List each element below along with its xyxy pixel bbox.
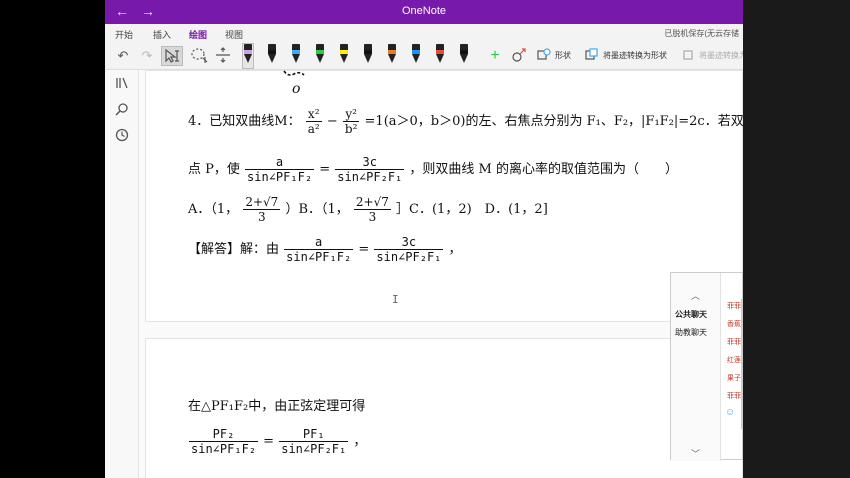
question-line-1: 4．已知双曲线M： x² a² − y² b² =1(a＞0，b＞0)的左、右焦点分… bbox=[188, 107, 743, 136]
pen-icon[interactable] bbox=[315, 44, 325, 68]
title-bar: ← → OneNote bbox=[105, 0, 743, 24]
add-space-icon[interactable] bbox=[213, 46, 233, 66]
convert-shape-icon[interactable] bbox=[585, 46, 599, 66]
recent-clock-icon[interactable] bbox=[115, 128, 129, 142]
chevron-down-icon[interactable]: ﹀ bbox=[691, 447, 700, 460]
chat-message: 果子 bbox=[727, 375, 741, 382]
tab-insert[interactable]: 插入 bbox=[153, 28, 171, 41]
pen-icon[interactable] bbox=[387, 44, 397, 68]
solution-formula: PF₂ sin∠PF₁F₂ = PF₁ sin∠PF₂F₁ ， bbox=[189, 427, 367, 456]
chat-panel: ︿ 公共聊天 助教聊天 ﹀ 菲菲 香蕉 菲菲 红莲 果子 ☺ 菲菲 bbox=[670, 272, 743, 461]
tab-draw[interactable]: 绘图 bbox=[189, 28, 208, 44]
chat-tab-public[interactable]: 公共聊天 bbox=[675, 309, 707, 320]
pen-icon[interactable] bbox=[267, 44, 277, 68]
tab-view[interactable]: 视图 bbox=[225, 28, 243, 41]
solution-line: 【解答】解：由 a sin∠PF₁F₂ = 3c sin∠PF₂F₁ ， bbox=[188, 235, 462, 264]
app-title: OneNote bbox=[401, 5, 447, 17]
left-navigation-rail bbox=[105, 70, 139, 478]
shape-icon[interactable] bbox=[537, 46, 551, 66]
ribbon-tabs: 开始 插入 绘图 视图 已脱机保存(无云存储 bbox=[105, 24, 743, 44]
search-icon[interactable] bbox=[115, 102, 129, 116]
background-right bbox=[743, 0, 850, 478]
note-canvas[interactable]: o 4．已知双曲线M： x² a² − y² b² =1(a＞0，b＞0)的左、右焦… bbox=[139, 70, 743, 478]
chat-message: 菲菲 bbox=[727, 393, 741, 400]
solution-text: 在△PF₁F₂中，由正弦定理可得 bbox=[188, 399, 366, 414]
option-a: A．（1， bbox=[188, 202, 239, 217]
save-status: 已脱机保存(无云存储 bbox=[664, 29, 739, 38]
lasso-select-icon[interactable] bbox=[189, 46, 209, 66]
onenote-window: ← → OneNote 开始 插入 绘图 视图 已脱机保存(无云存储 ↶ ↷ +… bbox=[105, 0, 743, 478]
pen-icon[interactable] bbox=[363, 44, 373, 68]
tab-home[interactable]: 开始 bbox=[115, 28, 133, 41]
note-page-question[interactable]: o 4．已知双曲线M： x² a² − y² b² =1(a＞0，b＞0)的左、右焦… bbox=[145, 70, 743, 322]
question-line-2: 点 P，使 a sin∠PF₁F₂ = 3c sin∠PF₂F₁ ，则双曲线 M 的… bbox=[188, 155, 678, 184]
answer-options: A．（1， 2+√7 3 ）B．（1， 2+√7 3 ］C．(1，2) D．(1，2… bbox=[188, 195, 548, 224]
fraction-x2-a2: x² a² bbox=[305, 107, 322, 136]
type-select-icon[interactable] bbox=[161, 46, 183, 66]
question-prefix: 4．已知双曲线M： bbox=[188, 114, 301, 129]
redo-icon[interactable]: ↷ bbox=[137, 46, 157, 66]
pen-icon[interactable] bbox=[411, 44, 421, 68]
option-c-d: ］C．(1，2) D．(1，2] bbox=[396, 202, 548, 217]
ruler-icon[interactable] bbox=[511, 46, 527, 66]
pen-icon[interactable] bbox=[459, 44, 469, 68]
ink-label: o bbox=[292, 81, 301, 97]
pen-icon[interactable] bbox=[339, 44, 349, 68]
fraction-3c-sin: 3c sin∠PF₂F₁ bbox=[335, 155, 405, 184]
pen-icon[interactable] bbox=[291, 44, 301, 68]
undo-icon[interactable]: ↶ bbox=[113, 46, 133, 66]
text-cursor: I bbox=[392, 293, 399, 306]
fraction-y2-b2: y² b² bbox=[342, 107, 360, 136]
add-pen-icon[interactable]: + bbox=[487, 46, 503, 66]
chat-scrollbar[interactable] bbox=[741, 299, 743, 429]
option-b: ）B．（1， bbox=[285, 202, 349, 217]
chat-tab-assistant[interactable]: 助教聊天 bbox=[675, 327, 707, 338]
chat-message: 香蕉 bbox=[727, 321, 741, 328]
pen-icon[interactable] bbox=[435, 44, 445, 68]
chat-message: 菲菲 bbox=[727, 339, 741, 346]
question-condition: =1(a＞0，b＞0)的左、右焦点分别为 F₁、F₂，|F₁F₂|=2c．若双曲… bbox=[364, 114, 743, 129]
convert-shape-label[interactable]: 将墨迹转换为形状 bbox=[603, 50, 667, 61]
chat-message: 红莲 bbox=[727, 357, 741, 364]
note-page-solution[interactable]: 在△PF₁F₂中，由正弦定理可得 PF₂ sin∠PF₁F₂ = PF₁ sin∠P… bbox=[145, 338, 743, 478]
draw-toolbar: ↶ ↷ + 形状 将墨迹转换为形状 将墨迹转换为文本 bbox=[105, 42, 743, 70]
chat-message: 菲菲 bbox=[727, 303, 741, 310]
pen-icon[interactable] bbox=[242, 43, 254, 69]
chevron-up-icon[interactable]: ︿ bbox=[691, 289, 700, 302]
convert-text-label[interactable]: 将墨迹转换为文本 bbox=[699, 50, 743, 61]
convert-text-icon[interactable] bbox=[683, 46, 697, 66]
fraction-a-sin: a sin∠PF₁F₂ bbox=[245, 155, 315, 184]
shape-label[interactable]: 形状 bbox=[555, 50, 571, 61]
emoji-icon[interactable]: ☺ bbox=[725, 407, 735, 418]
ink-stroke bbox=[283, 70, 305, 76]
notebooks-icon[interactable] bbox=[115, 76, 129, 90]
chat-tabs: ︿ 公共聊天 助教聊天 ﹀ bbox=[671, 273, 721, 461]
